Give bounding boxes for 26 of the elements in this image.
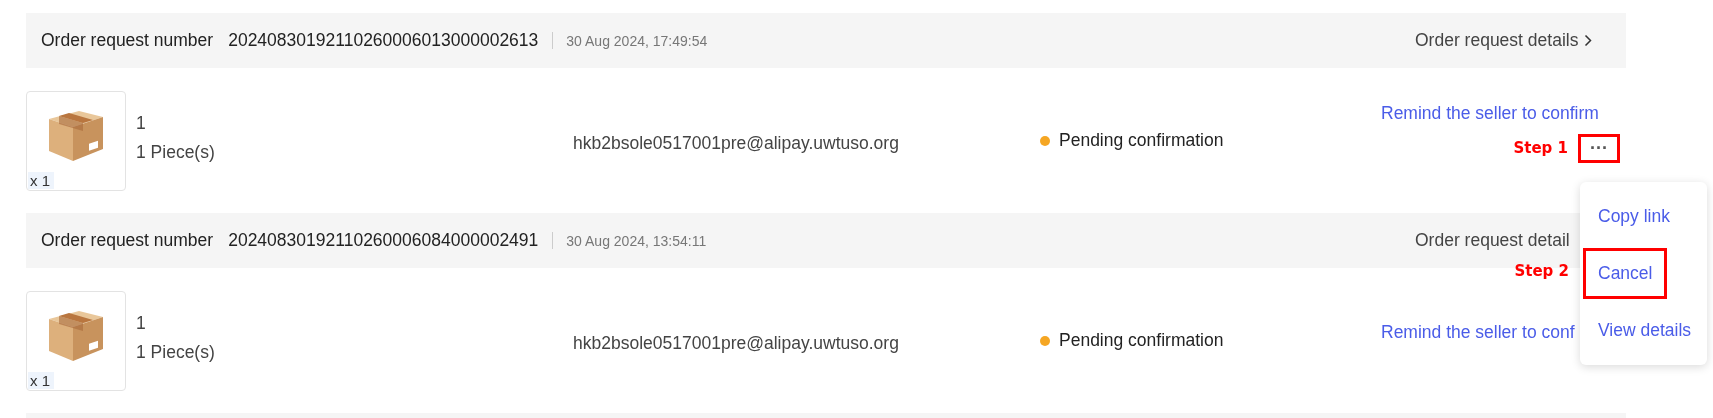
remind-seller-link[interactable]: Remind the seller to conf — [1381, 322, 1575, 343]
order-number: 20240830192110260006084000002491 — [228, 230, 539, 251]
more-options-button[interactable]: ··· — [1578, 133, 1620, 163]
step-annotation: Step 1 — [1513, 139, 1568, 157]
menu-item[interactable]: View details — [1583, 305, 1707, 356]
status-text: Pending confirmation — [1059, 330, 1224, 351]
order-number: 20240830192110260006013000002613 — [228, 30, 539, 51]
order-date: 30 Aug 2024, 13:54:11 — [566, 232, 707, 249]
chevron-right-icon — [1584, 34, 1593, 47]
seller-email: hkb2bsole0517001pre@alipay.uwtuso.org — [573, 133, 900, 154]
menu-item[interactable]: Cancel — [1583, 248, 1668, 299]
order-details-link[interactable]: Order request details — [1415, 30, 1611, 51]
product-quantity: 1 Piece(s) — [136, 141, 215, 163]
menu-item[interactable]: Copy link — [1583, 191, 1685, 242]
seller-email: hkb2bsole0517001pre@alipay.uwtuso.org — [573, 333, 900, 354]
order-number-label: Order request number — [41, 30, 214, 51]
step-annotation: Step 2 — [1514, 262, 1569, 280]
quantity-badge: x 1 — [28, 171, 54, 189]
product-quantity: 1 Piece(s) — [136, 341, 215, 363]
order-number-label: Order request number — [41, 230, 214, 251]
remind-seller-link[interactable]: Remind the seller to confirm — [1381, 102, 1599, 124]
order-date: 30 Aug 2024, 17:49:54 — [566, 32, 708, 49]
quantity-badge: x 1 — [28, 371, 54, 389]
status-text: Pending confirmation — [1059, 130, 1224, 151]
product-title: 1 — [136, 312, 147, 334]
product-title: 1 — [136, 112, 147, 134]
